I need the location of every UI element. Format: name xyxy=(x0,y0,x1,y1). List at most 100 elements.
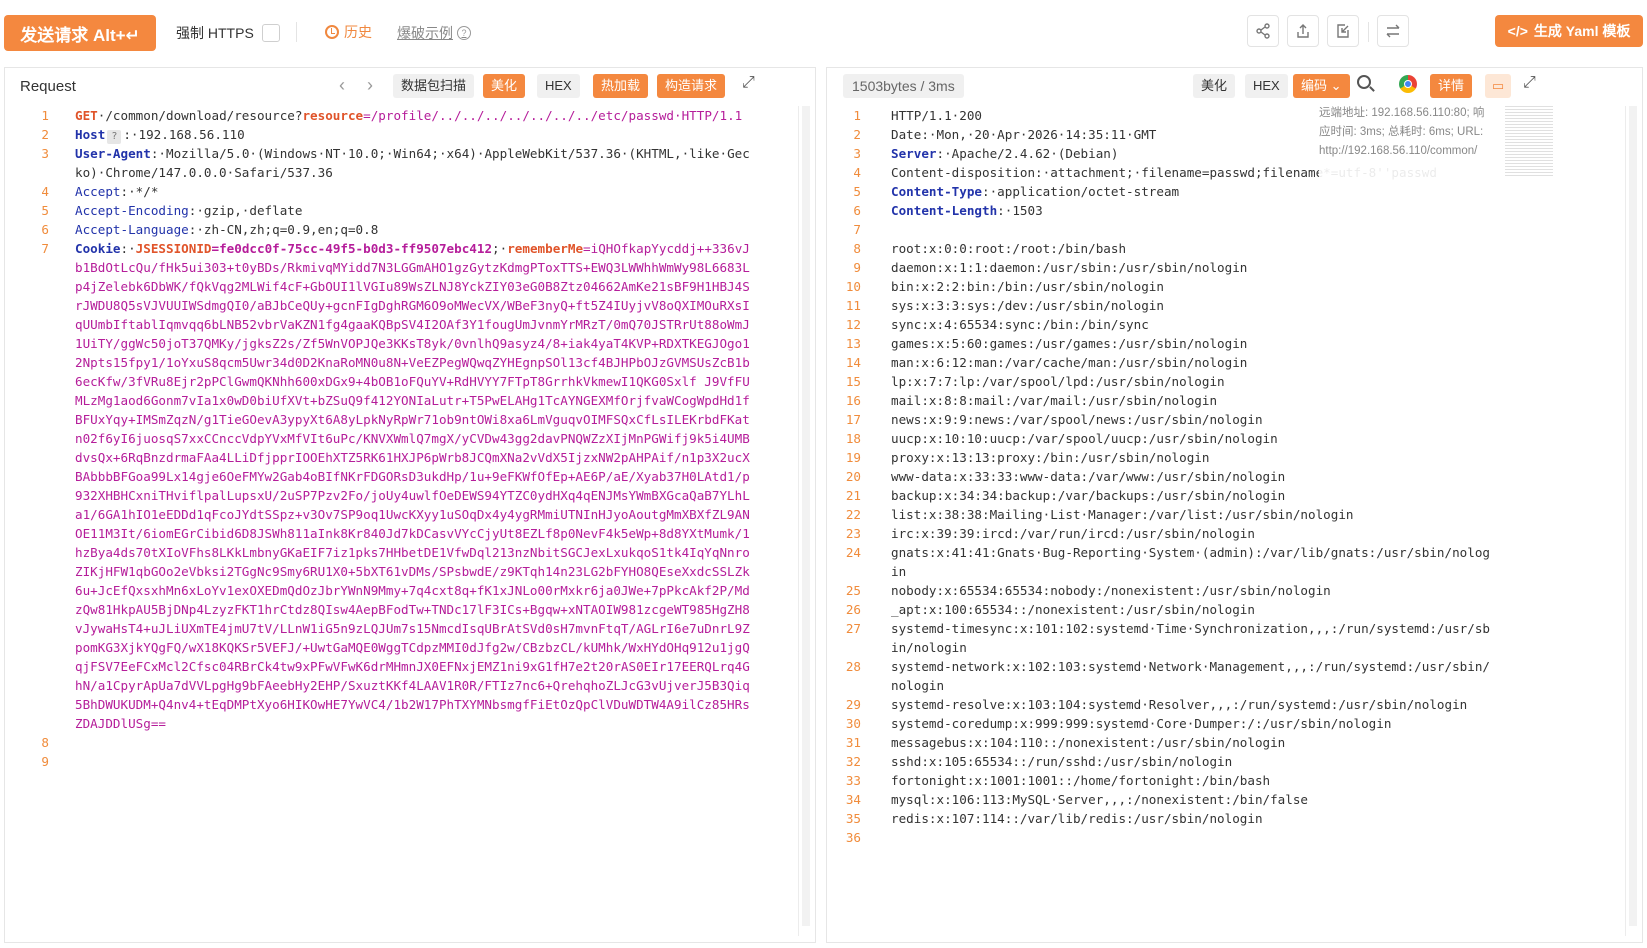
comment-icon[interactable]: ▭ xyxy=(1485,74,1511,98)
hint-icon[interactable]: ? xyxy=(107,130,122,144)
send-request-button[interactable]: 发送请求 Alt+↵ xyxy=(4,15,156,51)
search-icon[interactable] xyxy=(1357,75,1371,89)
code-line: 15 lp:x:7:7:lp:/var/spool/lpd:/usr/sbin/n… xyxy=(827,372,1642,391)
detail-button[interactable]: 详情 xyxy=(1430,74,1473,98)
response-line: mysql:x:106:113:MySQL·Server,,,:/nonexis… xyxy=(891,790,1501,809)
response-line: root:x:0:0:root:/root:/bin/bash xyxy=(891,239,1501,258)
code-line: 36 xyxy=(827,828,1642,847)
cookie-name: JSESSIONID xyxy=(135,241,212,256)
line-text: games:x:5:60:games:/usr/games:/usr/sbin/… xyxy=(891,336,1248,351)
cookie-separator: :· xyxy=(120,241,136,256)
request-header: Request ‹ › 数据包扫描 美化 HEX 热加载 构造请求 ⤢ xyxy=(5,68,815,106)
line-number: 4 xyxy=(41,184,49,199)
header-key: Host xyxy=(75,127,106,142)
expand-icon[interactable]: ⤢ xyxy=(742,74,755,92)
header-key: Accept-Encoding xyxy=(75,203,189,218)
minimap[interactable] xyxy=(1505,106,1553,178)
response-info-tooltip: 远端地址: 192.168.56.110:80; 响 应时间: 3ms; 总耗时… xyxy=(1319,104,1509,180)
line-text: www-data:x:33:33:www-data:/var/www:/usr/… xyxy=(891,469,1286,484)
line-number: 8 xyxy=(853,241,861,256)
help-icon[interactable]: ? xyxy=(457,26,471,40)
code-line: 25 nobody:x:65534:65534:nobody:/nonexiste… xyxy=(827,581,1642,600)
build-request-button[interactable]: 构造请求 xyxy=(657,74,726,98)
line-number: 3 xyxy=(853,146,861,161)
line-text: irc:x:39:39:ircd:/var/run/ircd:/usr/sbin… xyxy=(891,526,1255,541)
response-line: irc:x:39:39:ircd:/var/run/ircd:/usr/sbin… xyxy=(891,524,1501,543)
line-number: 30 xyxy=(845,716,861,731)
line-number: 22 xyxy=(845,507,861,522)
code-line: 8 root:x:0:0:root:/root:/bin/bash xyxy=(827,239,1642,258)
cookie-separator: ;· xyxy=(492,241,508,256)
line-number: 5 xyxy=(853,184,861,199)
line-text: mail:x:8:8:mail:/var/mail:/usr/sbin/nolo… xyxy=(891,393,1218,408)
line-text: man:x:6:12:man:/var/cache/man:/usr/sbin/… xyxy=(891,355,1248,370)
history-button[interactable]: 历史 xyxy=(325,22,372,42)
beautify-button[interactable]: 美化 xyxy=(1193,74,1236,98)
scrollbar-thumb[interactable] xyxy=(1629,106,1637,926)
response-editor[interactable]: 1 HTTP/1.1·200 2 Date:·Mon,·20·Apr·2026·14:… xyxy=(827,106,1642,942)
cookie-name: rememberMe xyxy=(507,241,584,256)
response-line: Content-Type:·application/octet-stream xyxy=(891,182,1501,201)
response-line: systemd-resolve:x:103:104:systemd·Resolv… xyxy=(891,695,1501,714)
response-line: games:x:5:60:games:/usr/games:/usr/sbin/… xyxy=(891,334,1501,353)
hex-button[interactable]: HEX xyxy=(1245,74,1288,98)
chrome-icon[interactable] xyxy=(1399,75,1417,93)
beautify-button[interactable]: 美化 xyxy=(483,74,526,98)
line-text: news:x:9:9:news:/var/spool/news:/usr/sbi… xyxy=(891,412,1263,427)
header-value: :·zh-CN,zh;q=0.9,en;q=0.8 xyxy=(188,222,379,237)
prev-arrow-icon[interactable]: ‹ xyxy=(339,75,345,96)
export-icon[interactable] xyxy=(1287,15,1319,47)
request-scrollbar[interactable] xyxy=(798,106,813,936)
line-text: redis:x:107:114::/var/lib/redis:/usr/sbi… xyxy=(891,811,1263,826)
toolbar-divider xyxy=(296,22,297,42)
line-text: sync:x:4:65534:sync:/bin:/bin/sync xyxy=(891,317,1149,332)
import-icon[interactable] xyxy=(1327,15,1359,47)
line-number: 12 xyxy=(845,317,861,332)
code-line: 5 Content-Type:·application/octet-stream xyxy=(827,182,1642,201)
line-text: sshd:x:105:65534::/run/sshd:/usr/sbin/no… xyxy=(891,754,1233,769)
line-number: 10 xyxy=(845,279,861,294)
line-number: 8 xyxy=(41,735,49,750)
hot-load-button[interactable]: 热加载 xyxy=(593,74,649,98)
line-number: 19 xyxy=(845,450,861,465)
response-scrollbar[interactable] xyxy=(1625,106,1640,936)
code-line: 16 mail:x:8:8:mail:/var/mail:/usr/sbin/no… xyxy=(827,391,1642,410)
generate-yaml-button[interactable]: </> 生成 Yaml 模板 xyxy=(1495,15,1643,47)
request-editor[interactable]: 1 GET·/common/download/resource?resource… xyxy=(5,106,815,942)
line-number: 1 xyxy=(853,108,861,123)
encoding-dropdown[interactable]: 编码 ⌄ xyxy=(1293,74,1350,98)
force-https-label: 强制 HTTPS xyxy=(176,25,254,41)
code-line: 4 Accept:·*/* xyxy=(5,182,815,201)
response-line: messagebus:x:104:110::/nonexistent:/usr/… xyxy=(891,733,1501,752)
hex-button[interactable]: HEX xyxy=(537,74,580,98)
response-line: bin:x:2:2:bin:/bin:/usr/sbin/nologin xyxy=(891,277,1501,296)
line-text: backup:x:34:34:backup:/var/backups:/usr/… xyxy=(891,488,1286,503)
response-line: man:x:6:12:man:/var/cache/man:/usr/sbin/… xyxy=(891,353,1501,372)
scrollbar-thumb[interactable] xyxy=(802,106,810,926)
header-value: :·192.168.56.110 xyxy=(123,127,245,142)
code-line: 20 www-data:x:33:33:www-data:/var/www:/us… xyxy=(827,467,1642,486)
cookie-header: Cookie:·JSESSIONID=fe0dcc0f-75cc-49f5-b0… xyxy=(75,239,763,733)
info-line: 应时间: 3ms; 总耗时: 6ms; URL: xyxy=(1319,126,1484,138)
line-text: daemon:x:1:1:daemon:/usr/sbin:/usr/sbin/… xyxy=(891,260,1248,275)
code-line: 9 daemon:x:1:1:daemon:/usr/sbin:/usr/sbin… xyxy=(827,258,1642,277)
next-arrow-icon[interactable]: › xyxy=(367,75,373,96)
share-icon[interactable] xyxy=(1247,15,1279,47)
blast-example-link[interactable]: 爆破示例 ? xyxy=(397,23,471,43)
packet-scan-button[interactable]: 数据包扫描 xyxy=(393,74,475,98)
blast-example-label: 爆破示例 xyxy=(397,25,453,41)
response-header: 1503bytes / 3ms 美化 HEX 编码 ⌄ 详情 ▭ ⤢ xyxy=(827,68,1642,106)
expand-icon[interactable]: ⤢ xyxy=(1523,74,1536,92)
response-panel: 1503bytes / 3ms 美化 HEX 编码 ⌄ 详情 ▭ ⤢ 1 HTTP… xyxy=(826,67,1643,943)
line-text: _apt:x:100:65534::/nonexistent:/usr/sbin… xyxy=(891,602,1255,617)
header-key: Accept xyxy=(75,184,121,199)
response-line: redis:x:107:114::/var/lib/redis:/usr/sbi… xyxy=(891,809,1501,828)
code-line: 18 uucp:x:10:10:uucp:/var/spool/uucp:/usr… xyxy=(827,429,1642,448)
cookie-value: =iQHOfkapYycddj++336vJb1BdOtLcQu/fHk5ui3… xyxy=(75,241,750,731)
http-version: ·HTTP/1.1 xyxy=(674,108,743,123)
response-line: _apt:x:100:65534::/nonexistent:/usr/sbin… xyxy=(891,600,1501,619)
force-https-checkbox[interactable] xyxy=(262,24,280,42)
swap-icon[interactable] xyxy=(1377,15,1409,47)
info-line: http://192.168.56.110/common/ xyxy=(1319,145,1478,157)
line-number: 13 xyxy=(845,336,861,351)
